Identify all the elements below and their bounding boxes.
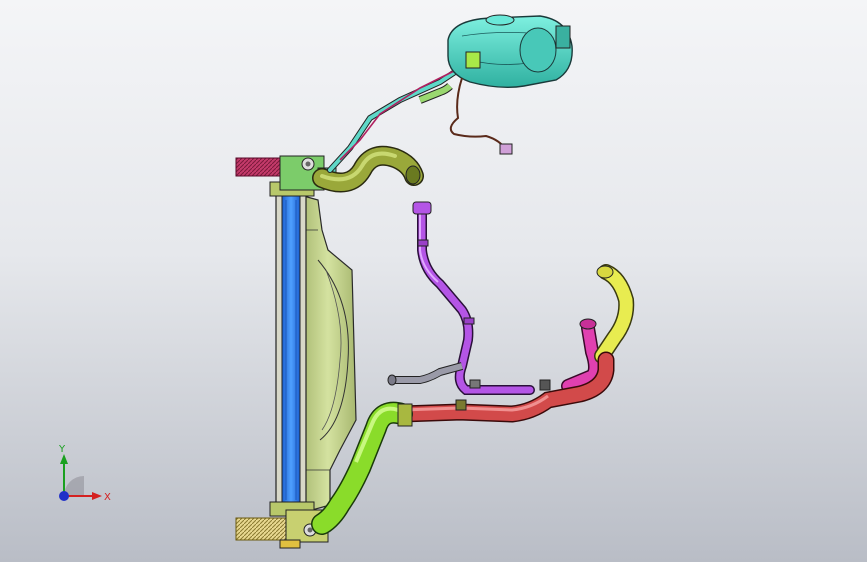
z-axis-dot bbox=[59, 491, 69, 501]
cad-viewport[interactable]: Y X bbox=[0, 0, 867, 562]
upper-hose[interactable] bbox=[312, 145, 424, 193]
magenta-hose[interactable] bbox=[561, 318, 602, 393]
cooling-system-model[interactable] bbox=[0, 0, 867, 562]
bypass-pipe[interactable] bbox=[387, 362, 464, 386]
sensor-wire[interactable] bbox=[449, 77, 513, 155]
y-axis-label: Y bbox=[58, 444, 66, 455]
purple-pipe[interactable] bbox=[412, 201, 535, 395]
coolant-reservoir[interactable] bbox=[447, 14, 573, 89]
x-axis-label: X bbox=[104, 492, 111, 503]
yellow-hose[interactable] bbox=[594, 264, 635, 364]
orientation-triad: Y X bbox=[58, 444, 111, 503]
fan-shroud[interactable] bbox=[299, 194, 357, 511]
